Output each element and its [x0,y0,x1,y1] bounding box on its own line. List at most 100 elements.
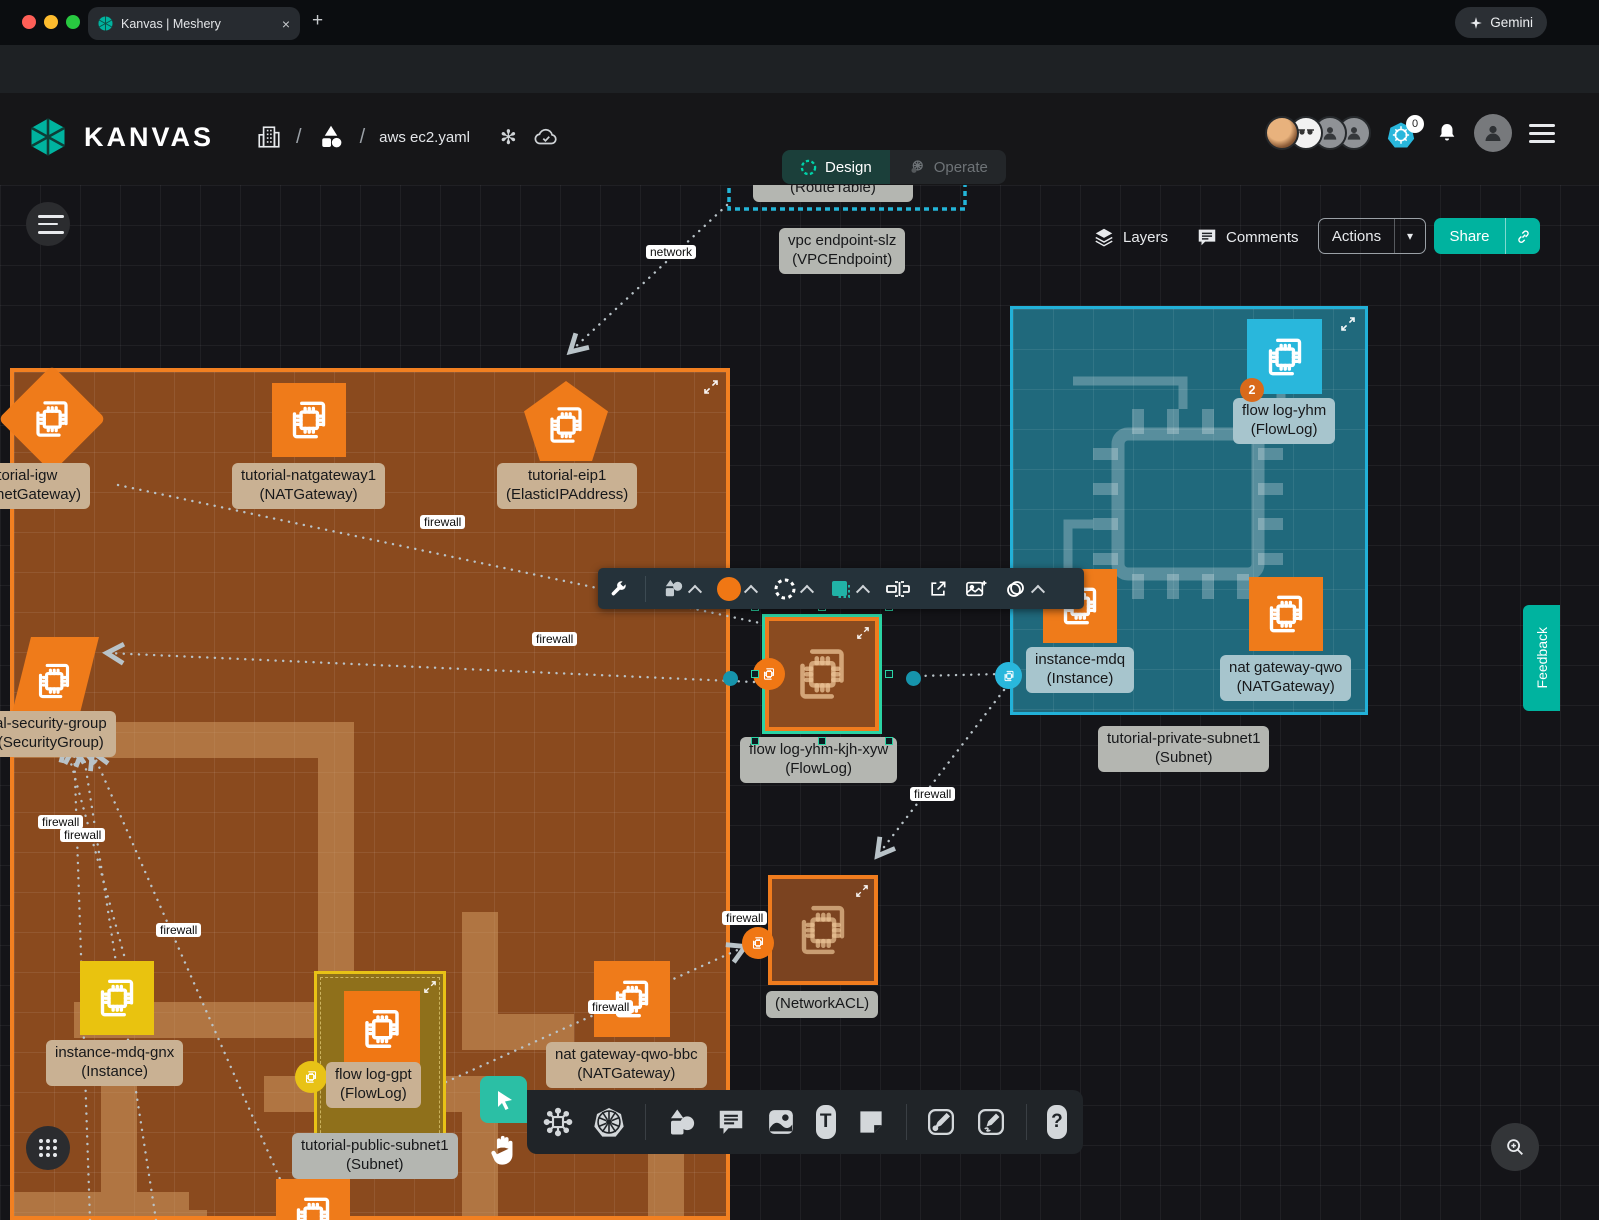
user-avatar[interactable] [1474,114,1512,152]
node-nat-gateway-qwo[interactable] [1249,577,1323,651]
components-tool[interactable] [543,1107,573,1137]
label-nat-gateway-qwo-bbc[interactable]: nat gateway-qwo-bbc(NATGateway) [546,1042,707,1088]
edge-label-firewall[interactable]: firewall [38,815,83,829]
label-instance-mdq[interactable]: instance-mdq(Instance) [1026,647,1134,693]
selection-handle[interactable] [885,737,893,745]
selection-handle[interactable] [885,670,893,678]
edge-label-firewall[interactable]: firewall [910,787,955,801]
collaborator-avatar-1[interactable] [1265,116,1299,150]
add-image-icon[interactable] [965,579,987,599]
edge-connector-dot[interactable] [906,671,921,686]
chip-icon [1001,668,1017,684]
chip-icon [27,654,81,708]
design-canvas[interactable]: Layers Comments Actions ▾ Share Feedback [0,185,1599,1220]
collaborator-avatars[interactable] [1265,116,1371,150]
subnet-edge-connector[interactable] [995,662,1022,689]
workspace-shapes-icon[interactable] [316,122,346,152]
collapse-icon[interactable] [424,981,436,993]
edge-connector-dot[interactable] [723,671,738,686]
brand-name: KANVAS [84,122,214,153]
app-menu-icon[interactable] [1527,132,1557,135]
zoom-search-button[interactable] [1491,1123,1539,1171]
help-tool[interactable]: ? [1047,1105,1067,1139]
label-nat-gateway-qwo[interactable]: nat gateway-qwo(NATGateway) [1220,655,1351,701]
label-instance-mdq-gnx[interactable]: instance-mdq-gnx(Instance) [46,1040,183,1086]
select-tool-button[interactable] [480,1076,527,1123]
flow-log-gpt-badge[interactable] [295,1061,327,1093]
group-layers-button[interactable] [1004,578,1043,600]
chevron-up-icon [800,584,814,598]
pan-tool-button[interactable] [488,1133,518,1167]
label-elastic-ip[interactable]: tutorial-eip1(ElasticIPAddress) [497,463,637,509]
edge-label-firewall[interactable]: firewall [532,632,577,646]
kubernetes-tool[interactable] [593,1106,625,1138]
text-tool[interactable]: T [816,1105,836,1139]
flow-log-yhm-count-badge[interactable]: 2 [1240,378,1264,402]
node-nat-gateway-qwo-bbc[interactable] [594,961,670,1037]
organization-icon[interactable] [256,123,282,151]
close-window-button[interactable] [22,15,36,29]
tab-design[interactable]: Design [782,150,890,184]
design-file-name[interactable]: aws ec2.yaml [379,129,470,146]
maximize-window-button[interactable] [66,15,80,29]
gemini-button[interactable]: Gemini [1455,7,1547,38]
chip-icon [785,892,861,968]
gemini-spark-icon [1469,16,1483,30]
browser-tab[interactable]: Kanvas | Meshery × [88,7,300,40]
tab-operate[interactable]: Operate [890,150,1006,184]
network-acl-badge[interactable] [742,927,774,959]
feedback-label: Feedback [1534,627,1550,688]
node-flow-log-gpt[interactable] [314,971,446,1149]
canvas-menu-button[interactable] [26,202,70,246]
node-nat-gateway-1[interactable] [272,383,346,457]
node-cropped-bottom[interactable] [276,1179,350,1220]
label-internet-gateway[interactable]: tutorial-igw(InternetGateway) [0,463,90,509]
label-route-table[interactable]: (RouteTable) [753,185,913,202]
edge-label-firewall[interactable]: firewall [722,911,767,925]
media-tool[interactable] [766,1107,796,1137]
kanvas-logo-icon[interactable] [26,115,70,159]
chip-icon [88,969,146,1027]
new-tab-button[interactable]: + [312,10,323,32]
label-vpc-endpoint[interactable]: vpc endpoint-slz(VPCEndpoint) [779,228,905,274]
edge-label-firewall[interactable]: firewall [156,923,201,937]
border-style-button[interactable] [773,577,812,601]
shape-picker-button[interactable] [663,579,700,599]
feedback-button[interactable]: Feedback [1523,605,1560,711]
selection-handle[interactable] [818,737,826,745]
edge-label-firewall[interactable]: firewall [420,515,465,529]
container-style-button[interactable] [829,577,868,601]
rename-button[interactable] [885,578,911,600]
label-security-group[interactable]: al-security-group(SecurityGroup) [0,711,116,757]
node-instance-mdq-gnx[interactable] [80,961,154,1035]
configure-wrench-icon[interactable] [608,579,628,599]
shapes-tool[interactable] [666,1107,696,1137]
cloud-sync-icon[interactable] [531,124,561,150]
minimize-window-button[interactable] [44,15,58,29]
edge-label-network[interactable]: network [646,245,696,259]
notifications-bell-icon[interactable] [1435,120,1459,146]
collapse-icon[interactable] [857,627,869,639]
open-in-new-icon[interactable] [928,579,948,599]
label-flow-log-yhm[interactable]: flow log-yhm(FlowLog) [1233,398,1335,444]
label-flow-log-gpt[interactable]: flow log-gpt(FlowLog) [326,1062,421,1108]
edge-label-firewall[interactable]: firewall [60,828,105,842]
apps-grid-button[interactable] [26,1126,70,1170]
label-public-subnet[interactable]: tutorial-public-subnet1(Subnet) [292,1133,458,1179]
selection-handle[interactable] [751,670,759,678]
node-network-acl[interactable] [768,875,878,985]
pen-tool[interactable] [926,1107,956,1137]
annotate-pencil-tool[interactable] [976,1107,1006,1137]
color-picker-button[interactable] [717,577,756,601]
tab-close-icon[interactable]: × [282,16,290,32]
command-snowflake-icon[interactable]: ✻ [500,125,517,150]
label-nat-gateway-1[interactable]: tutorial-natgateway1(NATGateway) [232,463,385,509]
comment-tool[interactable] [716,1107,746,1137]
edge-label-firewall[interactable]: firewall [588,1000,633,1014]
label-private-subnet[interactable]: tutorial-private-subnet1(Subnet) [1098,726,1269,772]
selection-handle[interactable] [751,737,759,745]
label-network-acl[interactable]: (NetworkACL) [766,991,878,1018]
environment-k8s-badge[interactable]: 0 [1386,117,1420,149]
collapse-icon[interactable] [856,885,868,897]
note-tool[interactable] [856,1107,886,1137]
